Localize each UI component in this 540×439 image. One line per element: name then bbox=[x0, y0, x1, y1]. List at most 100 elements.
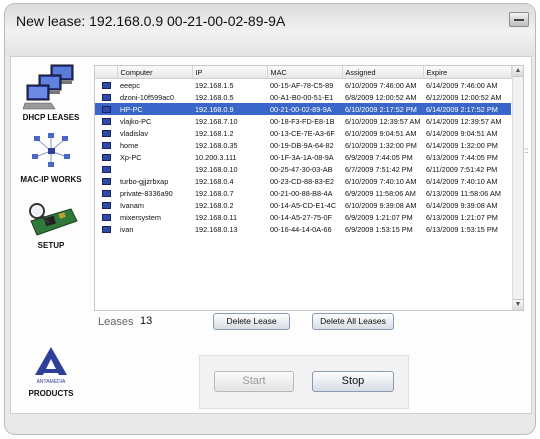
start-button[interactable]: Start bbox=[214, 371, 294, 392]
cell-ip: 192.168.0.5 bbox=[195, 92, 234, 102]
cell-assigned: 6/10/2009 9:04:51 AM bbox=[345, 128, 417, 138]
computer-icon bbox=[102, 142, 111, 150]
cell-expire: 6/14/2009 9:04:51 AM bbox=[426, 128, 498, 138]
cell-assigned: 6/9/2009 11:58:06 AM bbox=[345, 188, 416, 198]
computer-icon bbox=[102, 154, 111, 162]
column-header-expire[interactable]: Expire bbox=[423, 66, 512, 79]
cell-expire: 6/13/2009 1:21:07 PM bbox=[426, 212, 498, 222]
table-row[interactable]: home 192.168.0.35 00-19-DB-9A-64-82 6/10/20… bbox=[95, 139, 511, 151]
cell-computer: mixersystem bbox=[120, 212, 161, 222]
sidebar-item-label: DHCP LEASES bbox=[22, 113, 80, 122]
cell-mac: 00-18-F3-FD-E8-1B bbox=[270, 116, 335, 126]
splitter-grip-icon[interactable]: :: bbox=[524, 147, 529, 155]
table-row[interactable]: eeepc 192.168.1.5 00-15-AF-78-C5-89 6/10/20… bbox=[95, 79, 511, 92]
cell-expire: 6/14/2009 9:39:08 AM bbox=[426, 200, 498, 210]
delete-all-leases-button[interactable]: Delete All Leases bbox=[312, 313, 394, 330]
column-header-ip[interactable]: IP bbox=[192, 66, 268, 79]
cell-assigned: 6/10/2009 12:39:57 AM bbox=[345, 116, 421, 126]
cell-computer bbox=[117, 163, 192, 175]
table-row[interactable]: HP-PC 192.168.0.9 00-21-00-02-89-9A 6/10/20… bbox=[95, 103, 511, 115]
table-row[interactable]: 192.168.0.10 00-25-47-30-03-AB 6/7/2009 7:… bbox=[95, 163, 511, 175]
cell-computer: vladislav bbox=[120, 128, 148, 138]
scroll-down-arrow-icon[interactable]: ▼ bbox=[513, 299, 523, 310]
cell-ip: 192.168.1.2 bbox=[195, 128, 234, 138]
cell-ip: 192.168.0.7 bbox=[195, 188, 234, 198]
computer-icon bbox=[102, 94, 111, 102]
sidebar-item-products[interactable]: ANTAMEDIA PRODUCTS bbox=[11, 345, 91, 401]
service-control-panel: Start Stop bbox=[199, 355, 409, 409]
cell-assigned: 6/9/2009 1:53:15 PM bbox=[345, 224, 413, 234]
table-row[interactable]: turbo-gjjzrbxap 192.168.0.4 00-23-CD-88-83… bbox=[95, 175, 511, 187]
computer-icon bbox=[102, 130, 111, 138]
cell-ip: 10.200.3.111 bbox=[195, 152, 237, 162]
column-header-assigned[interactable]: Assigned bbox=[342, 66, 424, 79]
cell-assigned: 6/10/2009 9:39:08 AM bbox=[345, 200, 417, 210]
sidebar-item-setup[interactable]: SETUP bbox=[11, 199, 91, 253]
cell-mac: 00-19-DB-9A-64-82 bbox=[270, 140, 334, 150]
sidebar-item-dhcp-leases[interactable]: DHCP LEASES bbox=[11, 61, 91, 127]
cell-expire: 6/13/2009 1:53:15 PM bbox=[426, 224, 498, 234]
cell-ip: 192.168.0.4 bbox=[195, 176, 234, 186]
main-panel: DHCP LEASES MAC-IP WORKS SETUP ANTAMEDIA… bbox=[10, 56, 532, 414]
table-row[interactable]: vladislav 192.168.1.2 00-13-CE-7E-A3-6F 6/1… bbox=[95, 127, 511, 139]
cell-computer: ivan bbox=[120, 224, 134, 234]
delete-lease-button[interactable]: Delete Lease bbox=[213, 313, 290, 330]
column-header-mac[interactable]: MAC bbox=[267, 66, 343, 79]
cell-expire: 6/13/2009 7:44:05 PM bbox=[426, 152, 498, 162]
leases-label: Leases bbox=[98, 316, 134, 328]
cell-mac: 00-21-00-02-89-9A bbox=[267, 103, 342, 115]
cell-assigned: 6/9/2009 1:21:07 PM bbox=[345, 212, 413, 222]
network-icon bbox=[32, 133, 70, 167]
table-row[interactable]: vlajko-PC 192.168.7.10 00-18-F3-FD-E8-1B 6/… bbox=[95, 115, 511, 127]
cell-assigned: 6/10/2009 7:40:10 AM bbox=[345, 176, 417, 186]
cell-mac: 00-14-A5-CD-E1-4C bbox=[270, 200, 337, 210]
row-icon-cell bbox=[95, 199, 117, 211]
cell-assigned: 6/8/2009 12:00:52 AM bbox=[345, 92, 417, 102]
cell-computer: dzoni-10f599ac0 bbox=[120, 92, 174, 102]
cell-assigned: 6/10/2009 1:32:00 PM bbox=[345, 140, 417, 150]
cell-computer: home bbox=[120, 140, 139, 150]
cell-computer: Ivanam bbox=[120, 200, 144, 210]
cell-mac: 00-14-A5-27-75-0F bbox=[270, 212, 333, 222]
table-row[interactable]: private-8336a90 192.168.0.7 00-21-00-88-B8… bbox=[95, 187, 511, 199]
table-header-row: Computer IP MAC Assigned Expire bbox=[95, 66, 512, 79]
computers-icon bbox=[23, 64, 74, 110]
computer-icon bbox=[102, 214, 111, 222]
cell-expire: 6/11/2009 7:51:42 PM bbox=[426, 164, 498, 174]
row-icon-cell bbox=[95, 91, 117, 103]
row-icon-cell bbox=[95, 139, 117, 151]
table-row[interactable]: ivan 192.168.0.13 00-16-44-14-0A-66 6/9/200… bbox=[95, 223, 511, 235]
row-icon-cell bbox=[95, 211, 117, 223]
row-icon-cell bbox=[95, 187, 117, 199]
minimize-button[interactable] bbox=[509, 12, 529, 27]
cell-ip: 192.168.0.9 bbox=[192, 103, 267, 115]
sidebar-item-mac-ip-works[interactable]: MAC-IP WORKS bbox=[11, 133, 91, 187]
computer-icon bbox=[102, 166, 111, 174]
table-row[interactable]: Ivanam 192.168.0.2 00-14-A5-CD-E1-4C 6/10/2… bbox=[95, 199, 511, 211]
stop-button[interactable]: Stop bbox=[312, 371, 394, 392]
row-icon-cell bbox=[95, 175, 117, 187]
table-row[interactable]: Xp-PC 10.200.3.111 00-1F-3A-1A-08-9A 6/9/20… bbox=[95, 151, 511, 163]
row-icon-cell bbox=[95, 151, 117, 163]
cell-ip: 192.168.0.10 bbox=[195, 164, 238, 174]
cell-expire: 6/14/2009 12:39:57 AM bbox=[426, 116, 502, 126]
sidebar-item-label: MAC-IP WORKS bbox=[20, 175, 82, 184]
table-row[interactable]: dzoni-10f599ac0 192.168.0.5 00-A1-B0-00-51… bbox=[95, 91, 511, 103]
cell-ip: 192.168.0.11 bbox=[195, 212, 238, 222]
column-header-computer[interactable]: Computer bbox=[117, 66, 193, 79]
table-scrollbar[interactable]: ▲ ▼ bbox=[512, 66, 523, 310]
antamedia-logo-text: ANTAMEDIA bbox=[37, 379, 66, 385]
scroll-up-arrow-icon[interactable]: ▲ bbox=[513, 66, 523, 77]
cell-computer: Xp-PC bbox=[120, 152, 142, 162]
leases-table: Computer IP MAC Assigned Expire eeepc 192… bbox=[94, 65, 524, 311]
computer-icon bbox=[102, 106, 111, 114]
computer-icon bbox=[102, 178, 111, 186]
computer-icon bbox=[102, 190, 111, 198]
table-body: eeepc 192.168.1.5 00-15-AF-78-C5-89 6/10/20… bbox=[95, 79, 511, 236]
table-row[interactable]: mixersystem 192.168.0.11 00-14-A5-27-75-0F… bbox=[95, 211, 511, 223]
row-icon-cell bbox=[95, 115, 117, 127]
computer-icon bbox=[102, 82, 111, 90]
cell-expire: 6/14/2009 2:17:52 PM bbox=[423, 103, 511, 115]
cell-mac: 00-13-CE-7E-A3-6F bbox=[270, 128, 335, 138]
cell-mac: 00-16-44-14-0A-66 bbox=[270, 224, 332, 234]
